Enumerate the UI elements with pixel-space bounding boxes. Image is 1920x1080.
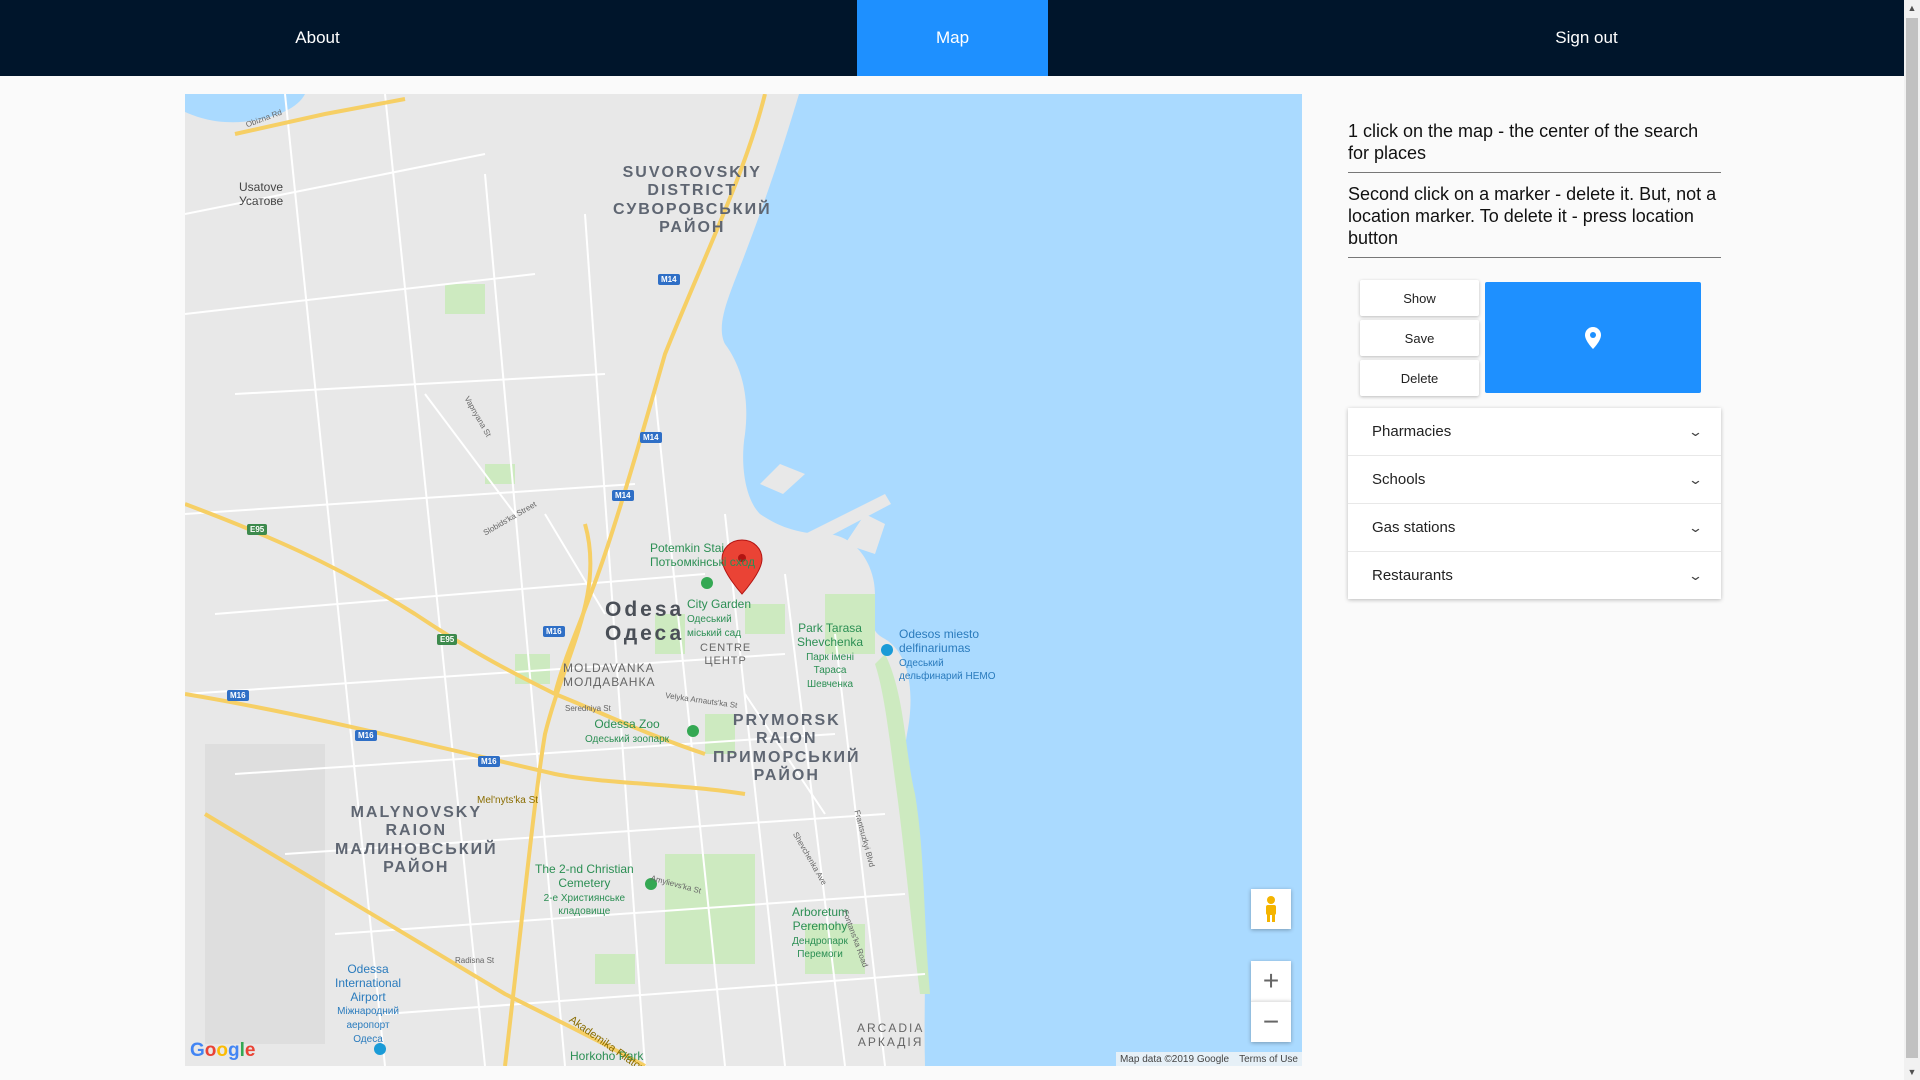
terms-link[interactable]: Terms of Use — [1239, 1054, 1298, 1065]
action-buttons: Show Save Delete — [1360, 280, 1480, 400]
category-accordion: Pharmacies ⌄ Schools ⌄ Gas stations ⌄ Re… — [1348, 408, 1721, 599]
nav-sign-out[interactable]: Sign out — [1269, 0, 1904, 76]
category-gas-stations[interactable]: Gas stations ⌄ — [1348, 504, 1721, 552]
scroll-up-arrow-icon[interactable]: ▲ — [1904, 0, 1920, 16]
label-odesa: Odesa Одеса — [605, 598, 685, 646]
label-street: Mel'nyts'ka St — [477, 795, 539, 806]
zoom-in-button[interactable]: + — [1251, 961, 1291, 1001]
show-button[interactable]: Show — [1360, 280, 1479, 316]
label-street: Radisna St — [455, 956, 495, 965]
road-shield: E95 — [437, 634, 458, 645]
nav-about[interactable]: About — [0, 0, 635, 76]
label-centre: CENTRE ЦЕНТР — [700, 642, 752, 667]
label-odessa-zoo: Odessa Zoo Одеський зоопарк — [585, 717, 669, 745]
label-cemetery: The 2-nd Christian Cemetery 2-е Християнсь… — [535, 862, 634, 918]
road-shield: M14 — [658, 274, 680, 285]
hint-first-click: 1 click on the map - the center of the s… — [1348, 120, 1721, 173]
delete-button[interactable]: Delete — [1360, 360, 1479, 396]
category-label: Pharmacies — [1372, 423, 1452, 440]
map-base-layer — [185, 94, 1302, 1066]
road-shield: M14 — [612, 490, 634, 501]
chevron-down-icon: ⌄ — [1687, 471, 1704, 487]
label-malynovsky: MALYNOVSKY RAION МАЛИНОВСЬКИЙ РАЙОН — [335, 804, 498, 877]
category-label: Schools — [1372, 471, 1426, 488]
label-suvorovskiy: SUVOROVSKIY DISTRICT СУВОРОВСЬКИЙ РАЙОН — [613, 164, 772, 237]
label-prymorsk: PRYMORSK RAION ПРИМОРСЬКИЙ РАЙОН — [713, 712, 861, 785]
label-potemkin: Potemkin Stai Потьомкінські сход — [650, 541, 756, 569]
label-dolphinarium: Odesos miesto delfinariumas Одеський дельфи… — [899, 627, 996, 683]
page-scrollbar[interactable]: ▲ ▼ — [1904, 0, 1920, 1080]
road-shield: M16 — [227, 690, 249, 701]
chevron-down-icon: ⌄ — [1687, 567, 1704, 583]
scroll-thumb[interactable] — [1906, 18, 1918, 1058]
street-view-pegman-icon[interactable] — [1251, 889, 1291, 929]
location-button[interactable] — [1485, 282, 1701, 393]
chevron-down-icon: ⌄ — [1687, 519, 1704, 535]
nav-map[interactable]: Map — [857, 0, 1048, 76]
search-panel: 1 click on the map - the center of the s… — [1348, 120, 1721, 599]
map-data-text: Map data ©2019 Google — [1119, 1053, 1230, 1065]
label-park-tarasa: Park Tarasa Shevchenka Парк імені Тараса Шев… — [797, 621, 864, 691]
label-moldavanka: MOLDAVANKA МОЛДАВАНКА — [563, 661, 656, 689]
label-street: Seredniya St — [565, 704, 611, 713]
pegman-icon — [1266, 896, 1276, 922]
hint-second-click: Second click on a marker - delete it. Bu… — [1348, 183, 1721, 258]
road-shield: M14 — [640, 432, 662, 443]
category-restaurants[interactable]: Restaurants ⌄ — [1348, 552, 1721, 599]
label-city-garden: City Garden Одеський міський сад — [687, 597, 752, 639]
label-arcadia: ARCADIA АРКАДІЯ — [857, 1021, 925, 1049]
label-airport: Odessa International Airport Міжнародний аер… — [335, 962, 402, 1045]
road-shield: E95 — [247, 524, 268, 535]
category-schools[interactable]: Schools ⌄ — [1348, 456, 1721, 504]
map-canvas[interactable]: SUVOROVSKIY DISTRICT СУВОРОВСЬКИЙ РАЙОН Usa… — [185, 94, 1302, 1066]
google-logo: Google — [190, 1040, 256, 1062]
category-pharmacies[interactable]: Pharmacies ⌄ — [1348, 408, 1721, 456]
save-button[interactable]: Save — [1360, 320, 1479, 356]
map-attribution: Map data ©2019 Google Terms of Use — [1115, 1052, 1302, 1066]
label-usatove: Usatove Усатове — [239, 180, 284, 208]
category-label: Gas stations — [1372, 519, 1456, 536]
road-shield: M16 — [478, 756, 500, 767]
scroll-down-arrow-icon[interactable]: ▼ — [1904, 1064, 1920, 1080]
label-arboretum: Arboretum Peremohy Дендропарк Перемоги — [792, 905, 849, 961]
road-shield: M16 — [543, 626, 565, 637]
road-shield: M16 — [355, 730, 377, 741]
category-label: Restaurants — [1372, 567, 1453, 584]
zoom-out-button[interactable]: − — [1251, 1001, 1291, 1042]
location-pin-icon — [1585, 326, 1601, 349]
chevron-down-icon: ⌄ — [1687, 423, 1704, 439]
top-nav: About Map Sign out — [0, 0, 1904, 76]
